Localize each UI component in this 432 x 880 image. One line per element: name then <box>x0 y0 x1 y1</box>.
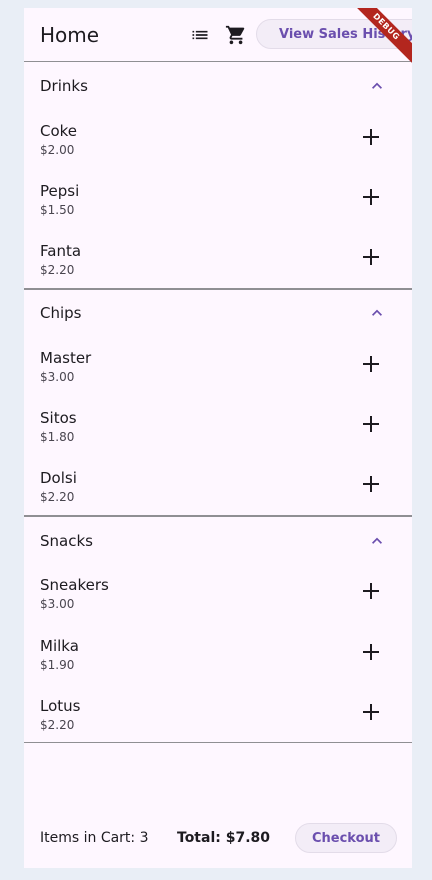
item-name: Coke <box>40 122 78 140</box>
category-snacks: Snacks Sneakers $3.00 Milka $1.90 Lotus … <box>24 517 412 743</box>
cart-total: Total: $7.80 <box>177 830 271 846</box>
list-item: Milka $1.90 <box>24 636 412 696</box>
chevron-up-icon[interactable] <box>367 303 387 323</box>
item-name: Sneakers <box>40 576 109 594</box>
item-price: $1.80 <box>40 430 75 444</box>
item-price: $3.00 <box>40 597 75 611</box>
list-item: Lotus $2.20 <box>24 696 412 756</box>
category-header-snacks[interactable]: Snacks <box>24 517 412 565</box>
add-icon[interactable] <box>358 471 384 497</box>
list-item: Sitos $1.80 <box>24 408 412 468</box>
item-price: $1.90 <box>40 658 75 672</box>
list-item: Master $3.00 <box>24 348 412 408</box>
item-price: $2.20 <box>40 718 75 732</box>
item-name: Milka <box>40 637 79 655</box>
cart-count: Items in Cart: 3 <box>40 830 149 846</box>
item-name: Fanta <box>40 242 82 260</box>
category-title: Drinks <box>40 77 88 95</box>
item-price: $2.20 <box>40 490 75 504</box>
list-item: Sneakers $3.00 <box>24 575 412 635</box>
cart-footer: Items in Cart: 3 Total: $7.80 Checkout <box>24 816 412 860</box>
add-icon[interactable] <box>358 351 384 377</box>
list-icon[interactable] <box>188 23 212 47</box>
category-title: Snacks <box>40 532 93 550</box>
chevron-up-icon[interactable] <box>367 76 387 96</box>
add-icon[interactable] <box>358 124 384 150</box>
category-chips: Chips Master $3.00 Sitos $1.80 Dolsi $2.… <box>24 289 412 517</box>
list-item: Pepsi $1.50 <box>24 181 412 241</box>
item-price: $2.20 <box>40 263 75 277</box>
item-name: Dolsi <box>40 469 77 487</box>
category-header-drinks[interactable]: Drinks <box>24 62 412 110</box>
shopping-cart-icon[interactable] <box>224 23 248 47</box>
chevron-up-icon[interactable] <box>367 531 387 551</box>
item-price: $2.00 <box>40 143 75 157</box>
add-icon[interactable] <box>358 578 384 604</box>
add-icon[interactable] <box>358 699 384 725</box>
add-icon[interactable] <box>358 244 384 270</box>
app-window: Home View Sales History DEBUG Drinks Cok… <box>24 8 412 868</box>
item-price: $1.50 <box>40 203 75 217</box>
category-header-chips[interactable]: Chips <box>24 289 412 337</box>
item-name: Sitos <box>40 409 77 427</box>
item-name: Master <box>40 349 92 367</box>
add-icon[interactable] <box>358 411 384 437</box>
category-title: Chips <box>40 304 82 322</box>
item-price: $3.00 <box>40 370 75 384</box>
checkout-button[interactable]: Checkout <box>295 823 397 853</box>
app-bar: Home View Sales History DEBUG <box>24 8 412 68</box>
item-name: Pepsi <box>40 182 80 200</box>
add-icon[interactable] <box>358 184 384 210</box>
list-item: Coke $2.00 <box>24 121 412 181</box>
add-icon[interactable] <box>358 639 384 665</box>
page-title: Home <box>40 23 100 47</box>
item-name: Lotus <box>40 697 81 715</box>
category-drinks: Drinks Coke $2.00 Pepsi $1.50 Fanta $2.2… <box>24 62 412 290</box>
